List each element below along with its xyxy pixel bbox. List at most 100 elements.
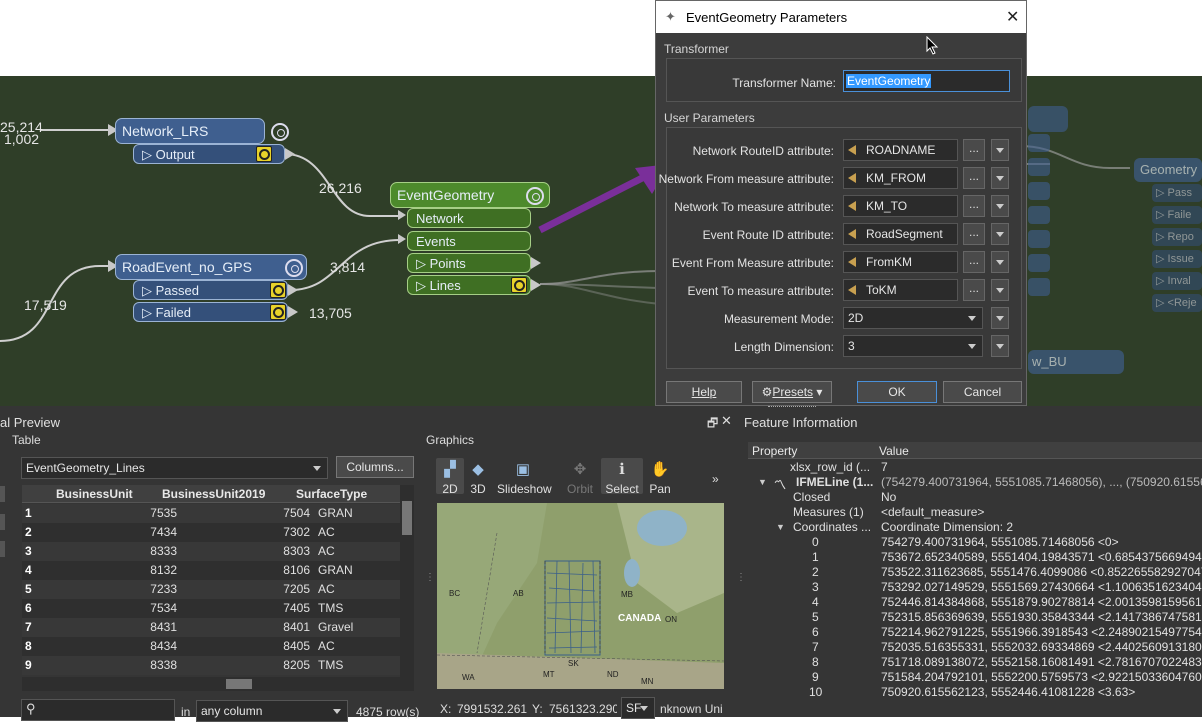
transformer-network-lrs[interactable]: Network_LRS: [115, 118, 289, 144]
browse-button[interactable]: ...: [963, 251, 985, 273]
horizontal-scrollbar[interactable]: [22, 677, 414, 691]
dropdown-button[interactable]: [991, 279, 1009, 301]
feature-info-row[interactable]: Measures (1) <default_measure>: [750, 505, 1202, 520]
property-name: 3: [812, 580, 819, 594]
transformer-name-input[interactable]: EventGeometry: [843, 70, 1010, 92]
dropdown-button[interactable]: [991, 167, 1009, 189]
feature-info-row[interactable]: 2 753522.311623685, 5551476.4099086 <0.85…: [750, 565, 1202, 580]
dropdown-button[interactable]: [991, 223, 1009, 245]
tool-slideshow[interactable]: ▣ Slideshow: [497, 460, 552, 496]
tool-3d[interactable]: ◆ 3D: [466, 460, 490, 496]
feature-info-row[interactable]: 6 752214.962791225, 5551966.3918543 <2.24…: [750, 625, 1202, 640]
feature-info-row[interactable]: 0 754279.400731964, 5551085.71468056 <0>: [750, 535, 1202, 550]
output-port-output[interactable]: ▷ Output: [133, 144, 285, 164]
column-header[interactable]: BusinessUnit2019: [162, 487, 265, 501]
side-tool[interactable]: [0, 541, 5, 557]
dropdown-button[interactable]: [991, 139, 1009, 161]
table-row[interactable]: 1 7535 7504 GRAN: [22, 504, 400, 523]
splitter-handle[interactable]: [768, 406, 816, 410]
float-icon[interactable]: 🗗: [707, 414, 718, 435]
help-button[interactable]: Help: [666, 381, 742, 403]
columns-button[interactable]: Columns...: [336, 456, 414, 478]
column-header[interactable]: Property: [752, 444, 797, 458]
feature-info-row[interactable]: 4 752446.814384868, 5551879.90278814 <2.0…: [750, 595, 1202, 610]
tool-2d[interactable]: ▞ 2D: [436, 458, 464, 496]
transformer-roadevent-no-gps[interactable]: RoadEvent_no_GPS: [115, 254, 307, 280]
feature-info-row[interactable]: IFMELine (1... (754279.400731964, 5551085…: [750, 475, 1202, 490]
map-view[interactable]: CANADA BC AB MB ON SK WA MT ND MN: [437, 503, 724, 689]
browse-button[interactable]: ...: [963, 279, 985, 301]
feature-info-row[interactable]: 1 753672.652340589, 5551404.19843571 <0.6…: [750, 550, 1202, 565]
splitter-handle[interactable]: ⋮: [736, 572, 746, 583]
browse-button[interactable]: ...: [963, 139, 985, 161]
param-attribute-field[interactable]: RoadSegment: [843, 223, 958, 245]
output-port-failed[interactable]: ▷ Failed: [133, 302, 288, 322]
gear-icon[interactable]: [271, 123, 289, 141]
dropdown-button[interactable]: [991, 307, 1009, 329]
feature-info-row[interactable]: 10 750920.615562123, 5552446.41081228 <3.…: [750, 685, 1202, 700]
srs-select[interactable]: SF: [621, 697, 655, 719]
table-row[interactable]: 9 8338 8205 TMS: [22, 656, 400, 675]
browse-button[interactable]: ...: [963, 195, 985, 217]
feature-info-row[interactable]: xlsx_row_id (... 7: [750, 460, 1202, 475]
table-row[interactable]: 5 7233 7205 AC: [22, 580, 400, 599]
inspect-icon[interactable]: [256, 146, 272, 162]
input-port-events[interactable]: Events: [407, 231, 531, 251]
feature-info-row[interactable]: 7 752035.516355331, 5552032.69334869 <2.4…: [750, 640, 1202, 655]
tool-select[interactable]: ℹ Select: [601, 458, 643, 496]
table-row[interactable]: 2 7434 7302 AC: [22, 523, 400, 542]
dropdown-button[interactable]: [991, 195, 1009, 217]
presets-button[interactable]: ⚙Presets ▾: [752, 381, 832, 403]
inspect-icon[interactable]: [270, 282, 286, 298]
feature-info-row[interactable]: 8 751718.089138072, 5552158.16081491 <2.7…: [750, 655, 1202, 670]
tool-pan[interactable]: ✋ Pan: [646, 460, 674, 496]
table-row[interactable]: 3 8333 8303 AC: [22, 542, 400, 561]
dropdown-button[interactable]: [991, 335, 1009, 357]
close-icon[interactable]: ✕: [1006, 7, 1019, 27]
measurement-mode-select[interactable]: 2D: [843, 307, 983, 329]
feature-info-row[interactable]: Coordinates ... Coordinate Dimension: 2: [750, 520, 1202, 535]
dialog-titlebar[interactable]: ✦ EventGeometry Parameters ✕: [656, 1, 1026, 33]
length-dimension-select[interactable]: 3: [843, 335, 983, 357]
column-header[interactable]: SurfaceType: [296, 487, 367, 501]
param-attribute-field[interactable]: ROADNAME: [843, 139, 958, 161]
param-attribute-field[interactable]: KM_FROM: [843, 167, 958, 189]
feature-info-row[interactable]: 9 751584.204792101, 5552200.5759573 <2.92…: [750, 670, 1202, 685]
splitter-handle[interactable]: ⋮: [425, 572, 435, 583]
inspect-icon[interactable]: [511, 277, 527, 293]
feature-info-row[interactable]: Closed No: [750, 490, 1202, 505]
tool-orbit[interactable]: ✥ Orbit: [563, 460, 597, 496]
browse-button[interactable]: ...: [963, 223, 985, 245]
input-port-network[interactable]: Network: [407, 208, 531, 228]
param-attribute-field[interactable]: KM_TO: [843, 195, 958, 217]
column-header[interactable]: BusinessUnit: [56, 487, 133, 501]
transformer-eventgeometry[interactable]: EventGeometry: [390, 182, 550, 208]
table-row[interactable]: 8 8434 8405 AC: [22, 637, 400, 656]
more-tools-icon[interactable]: »: [712, 472, 719, 486]
side-tool[interactable]: [0, 514, 5, 530]
gear-icon[interactable]: [285, 259, 303, 277]
search-scope-select[interactable]: any column: [196, 700, 348, 722]
feature-info-row[interactable]: 3 753292.027149529, 5551569.27430664 <1.1…: [750, 580, 1202, 595]
search-input[interactable]: ⚲: [21, 699, 175, 721]
table-row[interactable]: 6 7534 7405 TMS: [22, 599, 400, 618]
side-tool[interactable]: [0, 486, 5, 502]
dropdown-button[interactable]: [991, 251, 1009, 273]
ok-button[interactable]: OK: [857, 381, 937, 403]
feature-type-select[interactable]: EventGeometry_Lines: [21, 457, 328, 479]
column-header[interactable]: Value: [879, 444, 909, 458]
param-attribute-field[interactable]: ToKM: [843, 279, 958, 301]
param-attribute-field[interactable]: FromKM: [843, 251, 958, 273]
gear-icon[interactable]: [526, 187, 544, 205]
close-icon[interactable]: ✕: [721, 413, 732, 429]
output-port-points[interactable]: ▷ Points: [407, 253, 531, 273]
table-row[interactable]: 7 8431 8401 Gravel: [22, 618, 400, 637]
feature-info-row[interactable]: 5 752315.856369639, 5551930.35843344 <2.1…: [750, 610, 1202, 625]
output-port-passed[interactable]: ▷ Passed: [133, 280, 288, 300]
table-row[interactable]: 4 8132 8106 GRAN: [22, 561, 400, 580]
output-port-lines[interactable]: ▷ Lines: [407, 275, 531, 295]
cancel-button[interactable]: Cancel: [943, 381, 1022, 403]
inspect-icon[interactable]: [270, 304, 286, 320]
browse-button[interactable]: ...: [963, 167, 985, 189]
vertical-scrollbar[interactable]: [400, 485, 414, 677]
